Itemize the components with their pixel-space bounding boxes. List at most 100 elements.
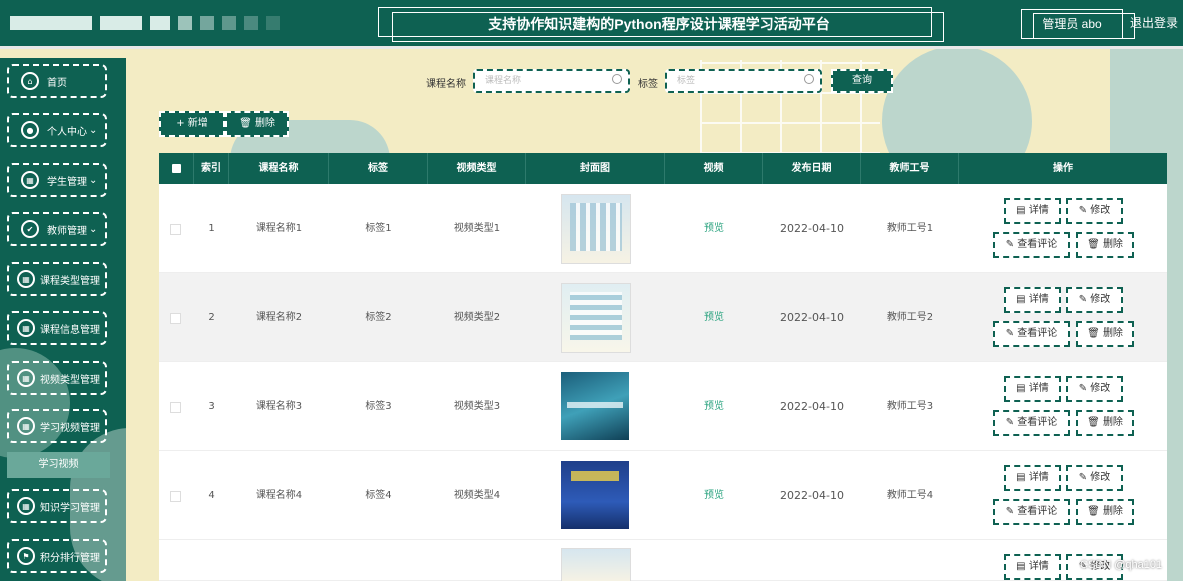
cell-tag: 标签3 (365, 401, 392, 412)
chevron-down-icon: ⌄ (89, 174, 98, 186)
header-select-cell (159, 153, 194, 184)
detail-button[interactable]: ▤ 详情 (1004, 376, 1061, 402)
row-checkbox[interactable] (170, 402, 181, 413)
sidebar-item-label: 积分排行管理 (40, 552, 100, 564)
admin-label: 管理员 abo (1021, 9, 1123, 39)
comments-label: 查看评论 (1017, 417, 1058, 428)
detail-label: 详情 (1028, 561, 1049, 572)
detail-button[interactable]: ▤ 详情 (1004, 465, 1061, 491)
trash-icon: 🗑 (1087, 417, 1103, 428)
cell-index: 4 (208, 490, 215, 501)
video-preview-link[interactable]: 预览 (665, 451, 763, 540)
cell-video-type: 视频类型3 (453, 401, 501, 412)
delete-label: 删除 (1102, 328, 1123, 339)
edit-button[interactable]: ✎ 修改 (1066, 465, 1123, 491)
cell-tag: 标签4 (365, 490, 392, 501)
search-button[interactable]: 查询 (831, 69, 893, 93)
sidebar-item-knowledge[interactable]: ▦ 知识学习管理 (7, 489, 107, 523)
sidebar-item-label: 学习视频管理 (40, 422, 100, 434)
row-checkbox[interactable] (170, 313, 181, 324)
user-icon: ● (21, 121, 39, 139)
chevron-down-icon: ⌄ (89, 124, 98, 136)
cell-course: 课程名称4 (255, 490, 303, 501)
detail-button[interactable]: ▤ 详情 (1004, 554, 1061, 580)
sidebar-item-video-types[interactable]: ▦ 视频类型管理 (7, 361, 107, 395)
sidebar: ⌂ 首页 ● 个人中心 ⌄ ▦ 学生管理 ⌄ ✔ 教师管理 ⌄ ▦ 课程类型管理 ▦ 课程信息管理… (0, 58, 126, 581)
delete-label: 删除 (1102, 506, 1123, 517)
edit-button[interactable]: ✎ 修改 (1066, 198, 1123, 224)
col-header: 索引 (194, 153, 229, 184)
cell-teacher: 教师工号4 (886, 490, 934, 501)
edit-button[interactable]: ✎ 修改 (1066, 287, 1123, 313)
sidebar-item-profile[interactable]: ● 个人中心 ⌄ (7, 113, 107, 147)
trash-icon: 🗑 (1087, 506, 1103, 517)
cell-tag: 标签1 (365, 223, 392, 234)
grid-icon: ▦ (17, 369, 35, 387)
table-row: 2 课程名称2 标签2 视频类型2 预览 2022-04-10 教师工号2 ▤ … (159, 273, 1167, 362)
edit-label: 修改 (1090, 205, 1111, 216)
sidebar-item-course-info[interactable]: ▦ 课程信息管理 (7, 311, 107, 345)
cell-video-type: 视频类型1 (453, 223, 501, 234)
video-preview-link[interactable]: 预览 (665, 273, 763, 362)
header-logo-blocks (10, 16, 280, 30)
cover-image (561, 283, 631, 353)
video-preview-link[interactable]: 预览 (665, 362, 763, 451)
sidebar-item-label: 个人中心 (47, 126, 87, 138)
comments-button[interactable]: ✎ 查看评论 (993, 499, 1070, 525)
detail-icon: ▤ (1016, 383, 1029, 394)
delete-button[interactable]: 🗑 删除 (1076, 321, 1134, 347)
cell-teacher: 教师工号3 (886, 401, 934, 412)
table-row: 3 课程名称3 标签3 视频类型3 预览 2022-04-10 教师工号3 ▤ … (159, 362, 1167, 451)
trash-icon: 🗑 (239, 118, 255, 129)
page-title: 支持协作知识建构的Python程序设计课程学习活动平台 (488, 16, 830, 32)
delete-button[interactable]: 🗑 删除 (1076, 499, 1134, 525)
tag-input[interactable]: 标签 (665, 69, 822, 93)
table-row: ▤ 详情 ✎ 修改 (159, 540, 1167, 581)
sidebar-item-label: 视频类型管理 (40, 374, 100, 386)
edit-icon: ✎ (1005, 239, 1018, 250)
sidebar-item-home[interactable]: ⌂ 首页 (7, 64, 107, 98)
cell-course: 课程名称3 (255, 401, 303, 412)
col-header: 标签 (329, 153, 428, 184)
detail-label: 详情 (1028, 205, 1049, 216)
delete-button[interactable]: 🗑 删除 (1076, 232, 1134, 258)
comments-button[interactable]: ✎ 查看评论 (993, 410, 1070, 436)
edit-icon: ✎ (1005, 506, 1018, 517)
cover-image (561, 548, 631, 581)
row-checkbox[interactable] (170, 491, 181, 502)
detail-button[interactable]: ▤ 详情 (1004, 198, 1061, 224)
cover-image (561, 194, 631, 264)
course-name-input[interactable]: 课程名称 (473, 69, 630, 93)
logout-link[interactable]: 退出登录 (1130, 9, 1180, 37)
sidebar-item-teachers[interactable]: ✔ 教师管理 ⌄ (7, 212, 107, 246)
detail-label: 详情 (1028, 294, 1049, 305)
row-checkbox[interactable] (170, 224, 181, 235)
delete-label: 删除 (1102, 239, 1123, 250)
edit-button[interactable]: ✎ 修改 (1066, 376, 1123, 402)
select-all-checkbox[interactable] (172, 164, 181, 173)
bulk-delete-button[interactable]: 🗑 删除 (225, 111, 289, 137)
comments-button[interactable]: ✎ 查看评论 (993, 321, 1070, 347)
delete-label: 删除 (1102, 417, 1123, 428)
delete-button[interactable]: 🗑 删除 (1076, 410, 1134, 436)
col-header: 视频类型 (428, 153, 526, 184)
col-header: 视频 (665, 153, 763, 184)
sidebar-subitem-study-videos[interactable]: 学习视频 (7, 452, 110, 478)
sidebar-item-study-videos[interactable]: ▦ 学习视频管理 (7, 409, 107, 443)
sidebar-item-students[interactable]: ▦ 学生管理 ⌄ (7, 163, 107, 197)
sidebar-item-ranking[interactable]: ⚑ 积分排行管理 (7, 539, 107, 573)
cell-teacher: 教师工号1 (886, 223, 934, 234)
comments-label: 查看评论 (1017, 328, 1058, 339)
chevron-down-icon: ⌄ (89, 223, 98, 235)
sidebar-item-course-types[interactable]: ▦ 课程类型管理 (7, 262, 107, 296)
sidebar-item-label: 学生管理 (47, 176, 87, 188)
video-preview-link[interactable]: 预览 (665, 184, 763, 273)
comments-button[interactable]: ✎ 查看评论 (993, 232, 1070, 258)
thumb-icon: ✔ (21, 220, 39, 238)
tag-label: 标签 (638, 79, 658, 90)
edit-icon: ✎ (1005, 417, 1018, 428)
edit-label: 修改 (1090, 383, 1111, 394)
add-button[interactable]: + 新增 (159, 111, 225, 137)
tag-placeholder: 标签 (677, 76, 696, 86)
detail-button[interactable]: ▤ 详情 (1004, 287, 1061, 313)
